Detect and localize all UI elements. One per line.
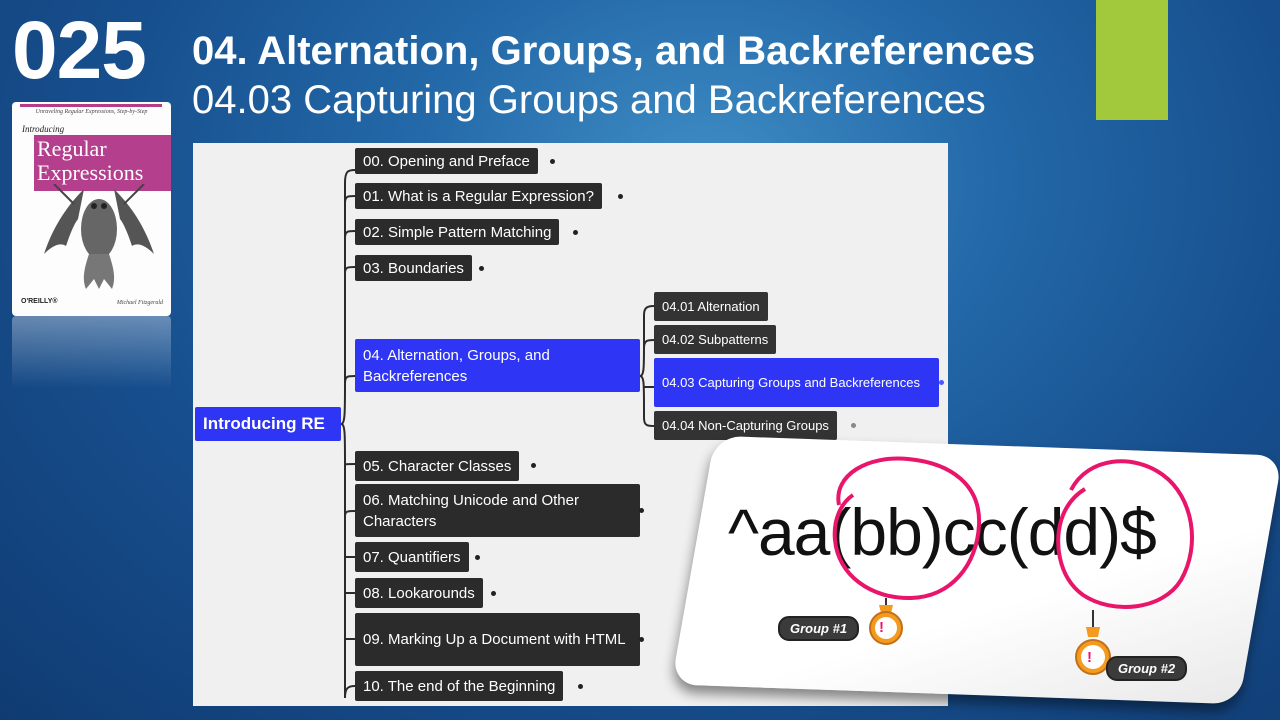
book-title-line2: Expressions [37, 160, 144, 185]
group2-label: Group #2 [1106, 656, 1188, 681]
book-title: Regular Expressions [37, 137, 143, 185]
chapter-08-expander[interactable] [491, 591, 496, 596]
chapter-04[interactable]: 04. Alternation, Groups, and Backreferen… [355, 339, 640, 392]
chapter-03-expander[interactable] [479, 266, 484, 271]
chapter-01-expander[interactable] [618, 194, 623, 199]
accent-bar [1096, 0, 1168, 120]
group2-warning-icon: ! [1087, 649, 1092, 666]
slide-subtitle: 04.03 Capturing Groups and Backreference… [192, 78, 986, 122]
subtopic-04-02[interactable]: 04.02 Subpatterns [654, 325, 777, 354]
regex-illustration-card [671, 435, 1280, 705]
chapter-07-expander[interactable] [475, 555, 480, 560]
subtopic-04-03-expander[interactable] [939, 380, 944, 385]
book-publisher: O'REILLY® [21, 298, 58, 305]
book-intro: Introducing [22, 124, 65, 134]
chapter-06[interactable]: 06. Matching Unicode and Other Character… [355, 484, 640, 537]
subtopic-04-04-expander[interactable] [851, 423, 856, 428]
chapter-08[interactable]: 08. Lookarounds [355, 578, 483, 608]
chapter-10[interactable]: 10. The end of the Beginning [355, 671, 564, 701]
book-cover: Unraveling Regular Expressions, Step-by-… [12, 102, 171, 316]
subtopic-04-03[interactable]: 04.03 Capturing Groups and Backreference… [654, 358, 939, 407]
chapter-10-expander[interactable] [578, 684, 583, 689]
book-title-block: Regular Expressions [34, 135, 171, 191]
chapter-00-expander[interactable] [550, 159, 555, 164]
slide-title: 04. Alternation, Groups, and Backreferen… [192, 29, 1036, 73]
chapter-06-expander[interactable] [639, 508, 644, 513]
mindmap-root[interactable]: Introducing RE [195, 407, 341, 441]
chapter-09[interactable]: 09. Marking Up a Document with HTML [355, 613, 640, 666]
book-title-line1: Regular [37, 136, 107, 161]
book-author: Michael Fitzgerald [116, 300, 163, 306]
chapter-02[interactable]: 02. Simple Pattern Matching [355, 219, 560, 245]
book-top-bar [20, 104, 162, 107]
chapter-02-expander[interactable] [573, 230, 578, 235]
chapter-07[interactable]: 07. Quantifiers [355, 542, 469, 572]
chapter-01[interactable]: 01. What is a Regular Expression? [355, 183, 602, 209]
chapter-09-expander[interactable] [639, 637, 644, 642]
subtopic-04-01[interactable]: 04.01 Alternation [654, 292, 768, 321]
chapter-05-expander[interactable] [531, 463, 536, 468]
chapter-00[interactable]: 00. Opening and Preface [355, 148, 538, 174]
subtopic-04-04[interactable]: 04.04 Non-Capturing Groups [654, 411, 837, 440]
slide-number: 025 [12, 5, 147, 96]
chapter-03[interactable]: 03. Boundaries [355, 255, 472, 281]
book-reflection [12, 316, 171, 388]
book-tagline: Unraveling Regular Expressions, Step-by-… [35, 109, 148, 115]
group1-label: Group #1 [778, 616, 860, 641]
chapter-05[interactable]: 05. Character Classes [355, 451, 520, 481]
group1-warning-icon: ! [879, 619, 884, 636]
regex-pattern: ^aa(bb)cc(dd)$ [728, 495, 1157, 569]
bat-illustration [44, 184, 154, 289]
